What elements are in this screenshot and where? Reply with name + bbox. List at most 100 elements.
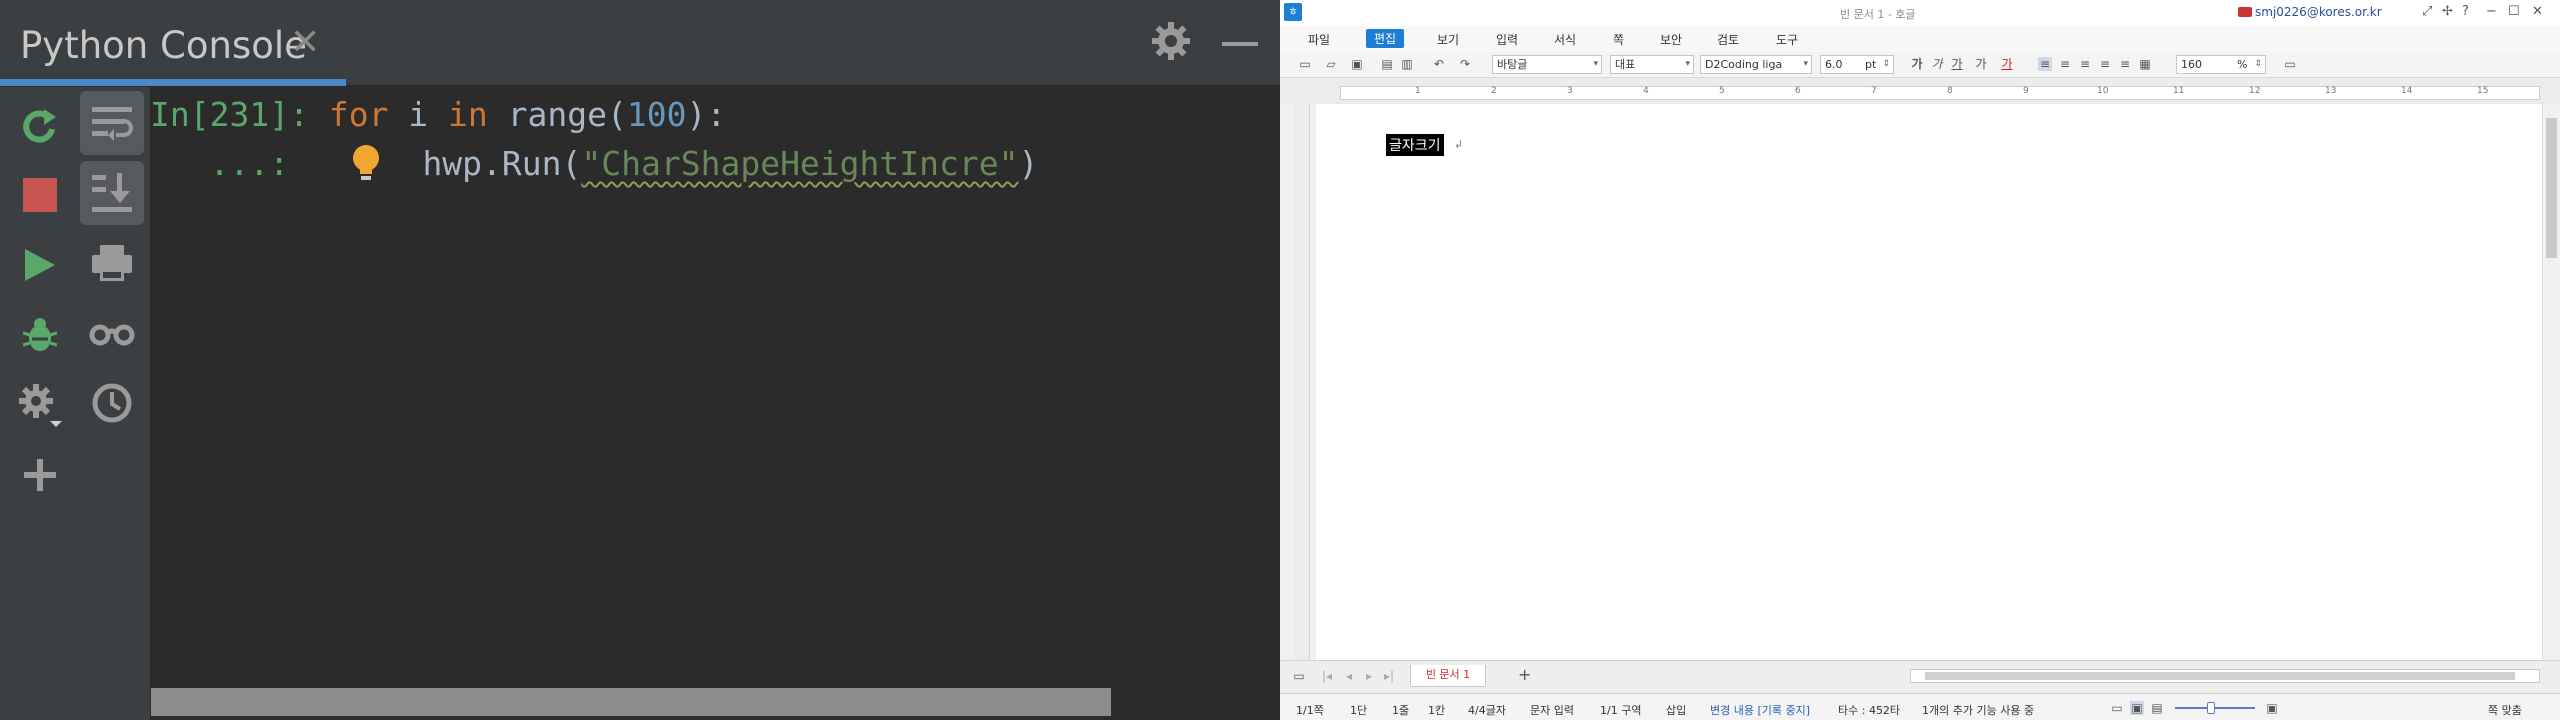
status-typing: 타수 : 452타 xyxy=(1838,704,1901,717)
lightbulb-icon[interactable] xyxy=(349,143,383,183)
minimize-icon[interactable] xyxy=(1222,42,1258,46)
scrollbar-thumb[interactable] xyxy=(151,688,1111,716)
menu-edit[interactable]: 편집 xyxy=(1366,29,1405,48)
horizontal-scrollbar[interactable] xyxy=(150,686,1280,720)
align-center-icon[interactable]: ≡ xyxy=(2078,57,2092,71)
open-icon[interactable]: ▱ xyxy=(1324,57,1338,71)
menu-format[interactable]: 서식 xyxy=(1554,31,1576,48)
prev-tab-icon[interactable]: ◂ xyxy=(1342,669,1356,683)
status-track-changes[interactable]: 변경 내용 [기록 중지] xyxy=(1710,702,1810,718)
align-divide-icon[interactable]: ▦ xyxy=(2138,57,2152,71)
zoom-field[interactable]: 160% ⇕ xyxy=(2176,55,2266,74)
hwp-toolbar: ▭ ▱ ▣ ▤ ▥ ↶ ↷ 바탕글 ▾ 대표 ▾ D2Coding liga ▾ 6.… xyxy=(1280,52,2560,78)
menu-page[interactable]: 쪽 xyxy=(1613,31,1624,48)
align-right-icon[interactable]: ≡ xyxy=(2098,57,2112,71)
align-distribute-icon[interactable]: ≡ xyxy=(2118,57,2132,71)
vertical-ruler[interactable] xyxy=(1294,104,1310,660)
help-icon[interactable]: ? xyxy=(2462,4,2469,19)
fullscreen-icon[interactable]: ⤢ xyxy=(2422,4,2432,19)
italic-icon[interactable]: 가 xyxy=(1930,57,1944,71)
window-title: 빈 문서 1 - 호글 xyxy=(1840,8,1916,21)
scrollbar-thumb[interactable] xyxy=(1925,672,2515,680)
status-cell: 1칸 xyxy=(1428,704,1446,717)
minimize-window-icon[interactable]: − xyxy=(2486,4,2497,19)
console-output[interactable]: In[231]: for i in range(100): ...: hwp.R… xyxy=(150,87,1280,687)
zoom-fit-icon[interactable]: ▣ xyxy=(2265,701,2279,715)
scrollbar-thumb[interactable] xyxy=(2546,118,2557,258)
run-call: hwp.Run( xyxy=(422,144,582,183)
bold-icon[interactable]: 가 xyxy=(1910,57,1924,71)
zoom-unit: % xyxy=(2237,58,2248,71)
new-document-icon[interactable]: ▭ xyxy=(1298,57,1312,71)
history-icon[interactable] xyxy=(80,371,144,435)
stop-icon[interactable] xyxy=(8,163,72,227)
menu-tools[interactable]: 도구 xyxy=(1776,31,1798,48)
add-icon[interactable] xyxy=(8,443,72,507)
range-call: range( xyxy=(487,95,627,134)
view-normal-icon[interactable]: ▭ xyxy=(2110,701,2124,715)
status-addons[interactable]: 1개의 추가 기능 사용 중 xyxy=(1922,702,2034,718)
selected-text[interactable]: 글자크기 xyxy=(1386,134,1444,156)
last-tab-icon[interactable]: ▸| xyxy=(1382,669,1396,683)
tab-document-1[interactable]: 빈 문서 1 xyxy=(1410,665,1486,687)
view-variables-icon[interactable] xyxy=(80,301,144,365)
status-section: 1/1 구역 xyxy=(1600,704,1642,717)
status-insert[interactable]: 삽입 xyxy=(1666,702,1686,718)
menu-insert[interactable]: 입력 xyxy=(1496,31,1518,48)
print-icon[interactable] xyxy=(80,231,144,295)
align-justify-icon[interactable]: ≡ xyxy=(2038,57,2052,71)
close-window-icon[interactable]: ✕ xyxy=(2532,4,2543,19)
tab-list-icon[interactable]: ▭ xyxy=(1292,669,1306,683)
maximize-icon[interactable]: ☐ xyxy=(2508,4,2520,19)
document-page[interactable]: 글자크기 ↲ xyxy=(1316,104,2550,660)
font-select[interactable]: D2Coding liga ▾ xyxy=(1700,55,1812,74)
zoom-slider-knob[interactable] xyxy=(2207,702,2215,714)
move-icon[interactable]: ✢ xyxy=(2442,4,2453,19)
horizontal-ruler[interactable]: 1 2 3 4 5 6 7 8 9 10 11 12 13 14 15 xyxy=(1280,78,2560,104)
line-end: ) xyxy=(1018,144,1039,183)
tab-python-console[interactable]: Python Console ✕ xyxy=(0,0,346,86)
horizontal-scrollbar[interactable] xyxy=(1910,669,2540,683)
redo-icon[interactable]: ↷ xyxy=(1458,57,1472,71)
language-select[interactable]: 대표 ▾ xyxy=(1610,55,1694,74)
font-size-field[interactable]: 6.0 pt ⇕ xyxy=(1820,55,1894,74)
undo-icon[interactable]: ↶ xyxy=(1432,57,1446,71)
menu-security[interactable]: 보안 xyxy=(1660,31,1682,48)
scroll-to-end-icon[interactable] xyxy=(80,161,144,225)
fit-page-button[interactable]: 쪽 맞춤 xyxy=(2488,702,2522,718)
add-tab-icon[interactable]: + xyxy=(1518,665,1531,684)
debug-icon[interactable] xyxy=(8,303,72,367)
preview-icon[interactable]: ▥ xyxy=(1400,57,1414,71)
ruler-number: 8 xyxy=(1947,86,1953,96)
app-logo-icon[interactable]: ㅎ xyxy=(1284,3,1302,21)
view-multi-icon[interactable]: ▤ xyxy=(2150,701,2164,715)
soft-wrap-icon[interactable] xyxy=(80,91,144,155)
print-doc-icon[interactable]: ▤ xyxy=(1380,57,1394,71)
font-value: D2Coding liga xyxy=(1705,58,1783,71)
menu-file[interactable]: 파일 xyxy=(1308,31,1330,48)
first-tab-icon[interactable]: |◂ xyxy=(1320,669,1334,683)
rerun-icon[interactable] xyxy=(8,95,72,159)
style-select[interactable]: 바탕글 ▾ xyxy=(1492,55,1602,74)
zoom-slider[interactable] xyxy=(2175,702,2255,714)
font-color-icon[interactable]: 가 xyxy=(2000,57,2014,71)
next-tab-icon[interactable]: ▸ xyxy=(1362,669,1376,683)
strikethrough-icon[interactable]: 가 xyxy=(1974,57,1988,71)
gear-icon[interactable] xyxy=(1150,20,1192,66)
ruler-number: 1 xyxy=(1415,86,1421,96)
close-icon[interactable]: ✕ xyxy=(290,22,320,63)
keyword-for: for xyxy=(328,95,389,134)
underline-icon[interactable]: 가 xyxy=(1950,57,1964,71)
vertical-scrollbar[interactable] xyxy=(2542,104,2560,660)
hwp-menu-bar: 파일 편집 보기 입력 서식 쪽 보안 검토 도구 xyxy=(1280,26,2560,52)
layout-icon[interactable]: ▭ xyxy=(2283,57,2297,71)
settings-icon[interactable] xyxy=(8,373,72,437)
view-page-icon[interactable]: ▣ xyxy=(2130,701,2144,715)
menu-review[interactable]: 검토 xyxy=(1717,31,1739,48)
menu-view[interactable]: 보기 xyxy=(1437,31,1459,48)
save-icon[interactable]: ▣ xyxy=(1350,57,1364,71)
status-page[interactable]: 1/1쪽 xyxy=(1296,702,1324,718)
run-icon[interactable] xyxy=(8,233,72,297)
align-left-icon[interactable]: ≡ xyxy=(2058,57,2072,71)
user-account[interactable]: smj0226@kores.or.kr xyxy=(2255,5,2382,19)
